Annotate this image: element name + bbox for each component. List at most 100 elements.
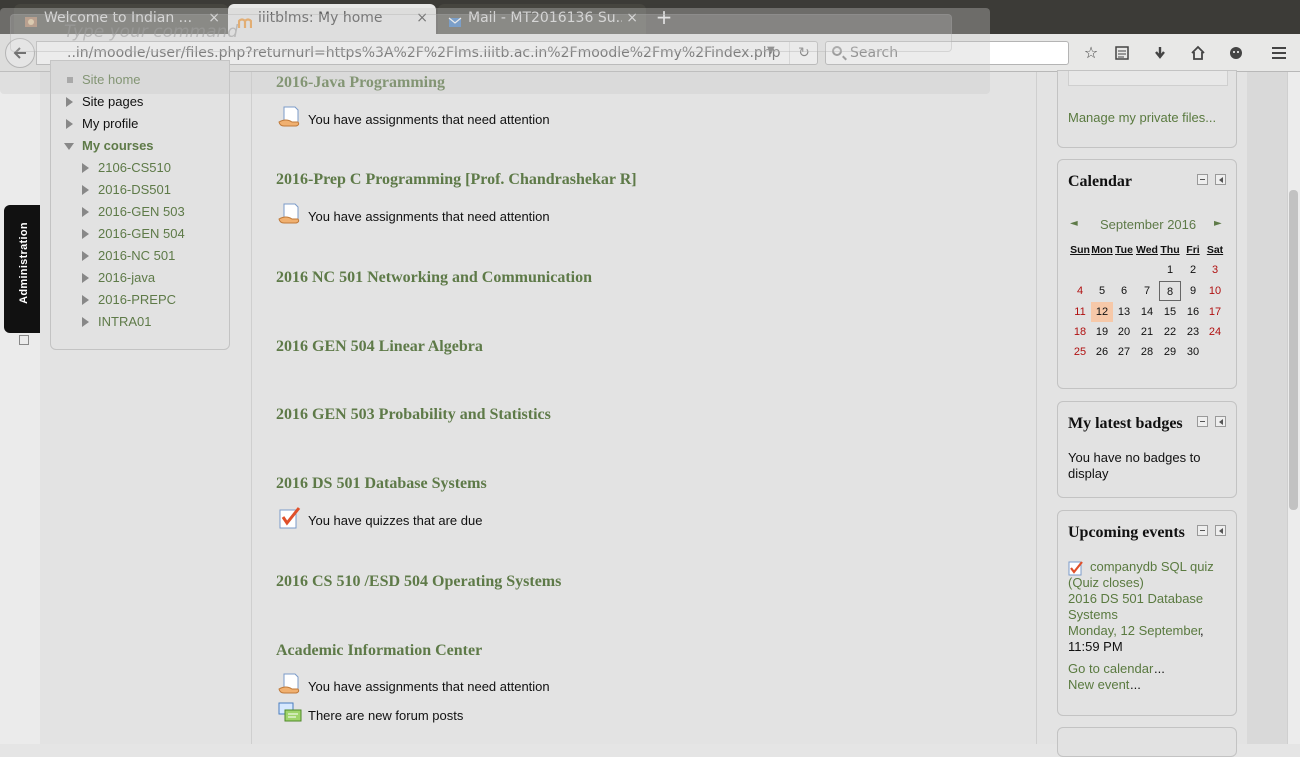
course-title-link[interactable]: 2016 DS 501 Database Systems: [276, 475, 487, 493]
calendar-day[interactable]: 13: [1113, 302, 1135, 322]
bullet-icon[interactable]: [67, 77, 73, 83]
collapsed-arrow-icon[interactable]: [82, 185, 89, 195]
menu-icon[interactable]: [1268, 43, 1290, 63]
calendar-day[interactable]: 23: [1182, 322, 1204, 342]
collapsed-arrow-icon[interactable]: [82, 317, 89, 327]
calendar-day[interactable]: 3: [1204, 260, 1226, 280]
event-link[interactable]: companydb SQL quiz: [1090, 559, 1214, 575]
calendar-day[interactable]: 7: [1136, 281, 1158, 301]
calendar-day[interactable]: 10: [1204, 281, 1226, 301]
calendar-day[interactable]: 22: [1159, 322, 1181, 342]
calendar-day[interactable]: 25: [1069, 342, 1091, 362]
calendar-day[interactable]: 29: [1159, 342, 1181, 362]
collapsed-arrow-icon[interactable]: [82, 273, 89, 283]
calendar-day[interactable]: 16: [1182, 302, 1204, 322]
collapsed-arrow-icon[interactable]: [82, 207, 89, 217]
nav-item[interactable]: My profile: [66, 116, 138, 132]
dock-block-icon[interactable]: [1215, 525, 1226, 536]
calendar-day[interactable]: 27: [1113, 342, 1135, 362]
calendar-day[interactable]: 28: [1136, 342, 1158, 362]
tab-title: Mail - MT2016136 Su...: [468, 10, 622, 26]
collapsed-arrow-icon[interactable]: [66, 119, 73, 129]
collapsed-arrow-icon[interactable]: [82, 163, 89, 173]
nav-item[interactable]: 2016-GEN 504: [82, 226, 185, 242]
calendar-day[interactable]: 8: [1159, 281, 1181, 301]
calendar-day[interactable]: 11: [1069, 302, 1091, 322]
nav-item[interactable]: Site pages: [66, 94, 143, 110]
calendar-day[interactable]: 17: [1204, 302, 1226, 322]
close-tab-icon[interactable]: ×: [208, 4, 220, 32]
calendar-day[interactable]: 21: [1136, 322, 1158, 342]
calendar-day[interactable]: 2: [1182, 260, 1204, 280]
search-input[interactable]: [848, 44, 1062, 62]
nav-item[interactable]: 2016-PREPC: [82, 292, 176, 308]
dock-block-icon[interactable]: [1215, 174, 1226, 185]
reading-list-icon[interactable]: [1111, 43, 1133, 63]
course-title-link[interactable]: 2016 GEN 503 Probability and Statistics: [276, 406, 551, 424]
nav-item[interactable]: 2016-java: [82, 270, 155, 286]
calendar-day[interactable]: 1: [1159, 260, 1181, 280]
calendar-month[interactable]: September 2016: [1100, 217, 1196, 232]
administration-dock-tab[interactable]: Administration: [4, 205, 40, 333]
dock-block-icon[interactable]: [19, 335, 29, 345]
new-tab-button[interactable]: +: [652, 6, 676, 30]
course-title-link[interactable]: 2016 CS 510 /ESD 504 Operating Systems: [276, 573, 561, 591]
nav-item[interactable]: 2106-CS510: [82, 160, 171, 176]
browser-tab-0[interactable]: Welcome to Indian ... ×: [14, 4, 228, 34]
calendar-day[interactable]: 14: [1136, 302, 1158, 322]
previous-month-icon[interactable]: ◄: [1070, 218, 1078, 229]
reload-icon[interactable]: ↻: [789, 42, 818, 64]
course-title-link[interactable]: 2016-Prep C Programming [Prof. Chandrash…: [276, 171, 637, 189]
close-tab-icon[interactable]: ×: [626, 4, 638, 32]
collapsed-arrow-icon[interactable]: [82, 295, 89, 305]
calendar-day[interactable]: 30: [1182, 342, 1204, 362]
collapsed-arrow-icon[interactable]: [82, 251, 89, 261]
calendar-day[interactable]: 5: [1091, 281, 1113, 301]
dock-block-icon[interactable]: [1215, 416, 1226, 427]
nav-item[interactable]: INTRA01: [82, 314, 151, 330]
nav-item[interactable]: My courses: [64, 138, 154, 154]
nav-item-label: 2016-GEN 504: [98, 226, 185, 241]
go-to-calendar-link[interactable]: Go to calendar: [1068, 661, 1153, 677]
home-icon[interactable]: [1187, 43, 1209, 63]
course-title-link[interactable]: Academic Information Center: [276, 642, 482, 660]
search-bar[interactable]: [825, 41, 1069, 65]
calendar-day[interactable]: 26: [1091, 342, 1113, 362]
chat-icon[interactable]: [1225, 43, 1247, 63]
calendar-day[interactable]: 20: [1113, 322, 1135, 342]
course-title-link[interactable]: 2016-Java Programming: [276, 74, 445, 92]
collapsed-arrow-icon[interactable]: [82, 229, 89, 239]
close-tab-icon[interactable]: ×: [416, 4, 428, 32]
scrollbar-thumb[interactable]: [1289, 190, 1298, 510]
next-month-icon[interactable]: ►: [1214, 218, 1222, 229]
expanded-arrow-icon[interactable]: [64, 143, 74, 150]
collapsed-arrow-icon[interactable]: [66, 97, 73, 107]
nav-item[interactable]: 2016-DS501: [82, 182, 171, 198]
minimize-block-icon[interactable]: [1197, 174, 1208, 185]
bookmark-star-icon[interactable]: ☆: [1080, 43, 1102, 63]
course-title-link[interactable]: 2016 NC 501 Networking and Communication: [276, 269, 592, 287]
calendar-day[interactable]: 6: [1113, 281, 1135, 301]
calendar-day[interactable]: 4: [1069, 281, 1091, 301]
calendar-day[interactable]: 18: [1069, 322, 1091, 342]
minimize-block-icon[interactable]: [1197, 525, 1208, 536]
browser-tab-1[interactable]: iiitblms: My home ×: [228, 4, 436, 34]
calendar-day[interactable]: 19: [1091, 322, 1113, 342]
new-event-link[interactable]: New event: [1068, 677, 1129, 693]
event-course-link[interactable]: 2016 DS 501 Database Systems: [1068, 591, 1228, 623]
browser-tab-2[interactable]: Mail - MT2016136 Su... ×: [438, 4, 646, 34]
nav-item[interactable]: 2016-GEN 503: [82, 204, 185, 220]
calendar-day[interactable]: 15: [1159, 302, 1181, 322]
minimize-block-icon[interactable]: [1197, 416, 1208, 427]
back-button[interactable]: [5, 38, 35, 68]
download-icon[interactable]: [1149, 43, 1171, 63]
calendar-day[interactable]: 9: [1182, 281, 1204, 301]
event-date-link[interactable]: Monday, 12 September: [1068, 623, 1202, 639]
url-dropdown-icon[interactable]: ▼: [767, 45, 775, 56]
nav-item[interactable]: Site home: [67, 72, 141, 88]
nav-item[interactable]: 2016-NC 501: [82, 248, 175, 264]
manage-private-files-link[interactable]: Manage my private files...: [1068, 110, 1216, 126]
course-title-link[interactable]: 2016 GEN 504 Linear Algebra: [276, 338, 483, 356]
calendar-day[interactable]: 24: [1204, 322, 1226, 342]
calendar-day[interactable]: 12: [1091, 302, 1113, 322]
